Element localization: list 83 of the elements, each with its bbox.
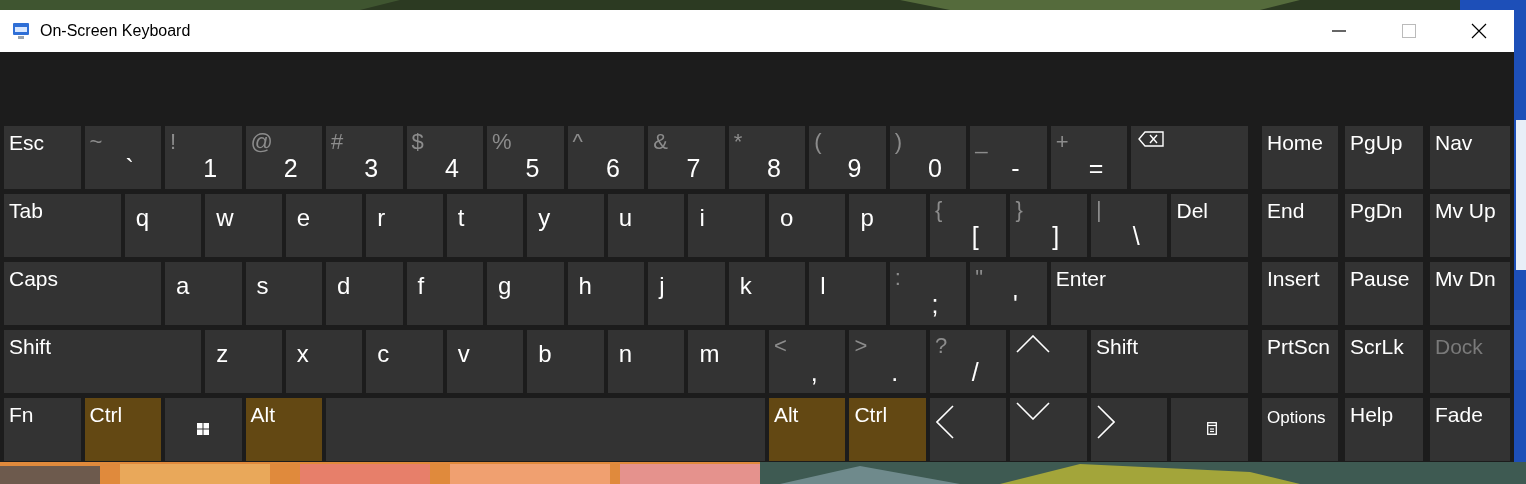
keyboard-key[interactable]: ! 1 <box>165 126 242 189</box>
keyboard-key[interactable]: > . <box>849 330 926 393</box>
keyboard-key[interactable]: Mv Dn <box>1430 262 1510 325</box>
minimize-icon <box>1331 30 1347 32</box>
keyboard-key[interactable]: # 3 <box>326 126 403 189</box>
keyboard-key[interactable]: i <box>688 194 765 257</box>
keyboard-key[interactable]: z <box>205 330 282 393</box>
keyboard-key[interactable]: Pause <box>1345 262 1423 325</box>
keyboard-key[interactable]: m <box>688 330 765 393</box>
windows-logo-icon <box>197 423 210 435</box>
keyboard-key[interactable]: ^ 6 <box>567 126 645 189</box>
keyboard-key[interactable]: ( 9 <box>809 126 886 189</box>
keyboard-key[interactable]: } ] <box>1010 194 1087 257</box>
keyboard-key[interactable]: Help <box>1345 398 1423 461</box>
keyboard-key[interactable] <box>1131 126 1248 189</box>
keyboard-key[interactable]: j <box>648 262 725 325</box>
keyboard-key[interactable]: Fn <box>4 398 81 461</box>
keyboard-key[interactable]: v <box>446 330 524 393</box>
keyboard-key[interactable]: PrtScn <box>1262 330 1338 393</box>
keyboard-key[interactable]: a <box>165 262 242 325</box>
keyboard-key[interactable]: End <box>1262 194 1338 257</box>
keyboard-key[interactable]: s <box>245 262 323 325</box>
keyboard-key[interactable]: { [ <box>929 194 1007 257</box>
keyboard-key[interactable]: Insert <box>1262 262 1338 325</box>
keyboard-key[interactable]: n <box>607 330 685 393</box>
keyboard-key[interactable]: ) 0 <box>889 126 967 189</box>
keyboard-key[interactable]: u <box>607 194 685 257</box>
keyboard-key[interactable]: Shift <box>4 330 202 393</box>
maximize-icon <box>1401 23 1417 39</box>
keyboard-key[interactable]: x <box>285 330 363 393</box>
keyboard-key[interactable]: + = <box>1050 126 1128 189</box>
keyboard-key[interactable]: ? / <box>929 330 1007 393</box>
keyboard-key[interactable]: ScrLk <box>1345 330 1423 393</box>
keyboard-key[interactable]: t <box>446 194 524 257</box>
keyboard-key[interactable]: c <box>366 330 443 393</box>
keyboard-key[interactable]: Ctrl <box>849 398 926 461</box>
keyboard-key[interactable]: e <box>285 194 363 257</box>
keyboard-key[interactable]: Tab <box>4 194 121 257</box>
menu-key-icon <box>1207 422 1218 435</box>
keyboard-key[interactable]: d <box>326 262 403 325</box>
keyboard-key[interactable]: " ' <box>970 262 1047 325</box>
keyboard-key[interactable]: : ; <box>889 262 967 325</box>
keyboard-key[interactable]: Mv Up <box>1430 194 1510 257</box>
keyboard-key[interactable]: | \ <box>1090 194 1168 257</box>
keyboard-key[interactable]: Alt <box>245 398 323 461</box>
keyboard-key[interactable]: Fade <box>1430 398 1510 461</box>
backspace-icon <box>1138 131 1165 147</box>
keyboard-key[interactable]: Enter <box>1050 262 1248 325</box>
keyboard-key[interactable]: Caps <box>4 262 162 325</box>
keyboard-monitor-icon <box>11 21 31 41</box>
keyboard-key[interactable]: Alt <box>768 398 846 461</box>
keyboard-key[interactable]: p <box>849 194 926 257</box>
keyboard-key[interactable]: g <box>487 262 564 325</box>
keyboard-key[interactable]: b <box>527 330 604 393</box>
keyboard-key[interactable]: % 5 <box>487 126 564 189</box>
keyboard-key[interactable]: Shift <box>1090 330 1248 393</box>
keyboard-key[interactable]: Esc <box>4 126 81 189</box>
keyboard-key[interactable]: k <box>728 262 806 325</box>
window-title: On-Screen Keyboard <box>40 22 191 40</box>
keyboard-key[interactable]: Del <box>1171 194 1248 257</box>
keyboard-key[interactable]: Options <box>1262 398 1338 461</box>
keyboard-key[interactable]: _ - <box>970 126 1047 189</box>
keyboard-key[interactable]: l <box>809 262 886 325</box>
keyboard-key[interactable] <box>165 398 242 461</box>
keyboard-key[interactable]: $ 4 <box>406 126 484 189</box>
keyboard-key[interactable]: f <box>406 262 484 325</box>
keyboard-key[interactable]: & 7 <box>648 126 725 189</box>
keyboard-key[interactable]: q <box>124 194 202 257</box>
keyboard-key[interactable]: < , <box>768 330 846 393</box>
keyboard-key[interactable]: o <box>768 194 846 257</box>
keyboard-key[interactable]: h <box>567 262 645 325</box>
keyboard-key[interactable]: PgDn <box>1345 194 1423 257</box>
keyboard-key[interactable]: Ctrl <box>84 398 162 461</box>
keyboard-key[interactable]: w <box>205 194 282 257</box>
keyboard-key[interactable]: y <box>527 194 604 257</box>
keyboard-key[interactable]: PgUp <box>1345 126 1423 189</box>
keyboard-key[interactable]: * 8 <box>728 126 806 189</box>
close-icon <box>1471 23 1487 39</box>
keyboard-key[interactable]: ~ ` <box>84 126 162 189</box>
keyboard-key[interactable]: @ 2 <box>245 126 323 189</box>
keyboard-key[interactable]: r <box>366 194 443 257</box>
keyboard-key[interactable]: Home <box>1262 126 1338 189</box>
keyboard-key[interactable]: Nav <box>1430 126 1510 189</box>
